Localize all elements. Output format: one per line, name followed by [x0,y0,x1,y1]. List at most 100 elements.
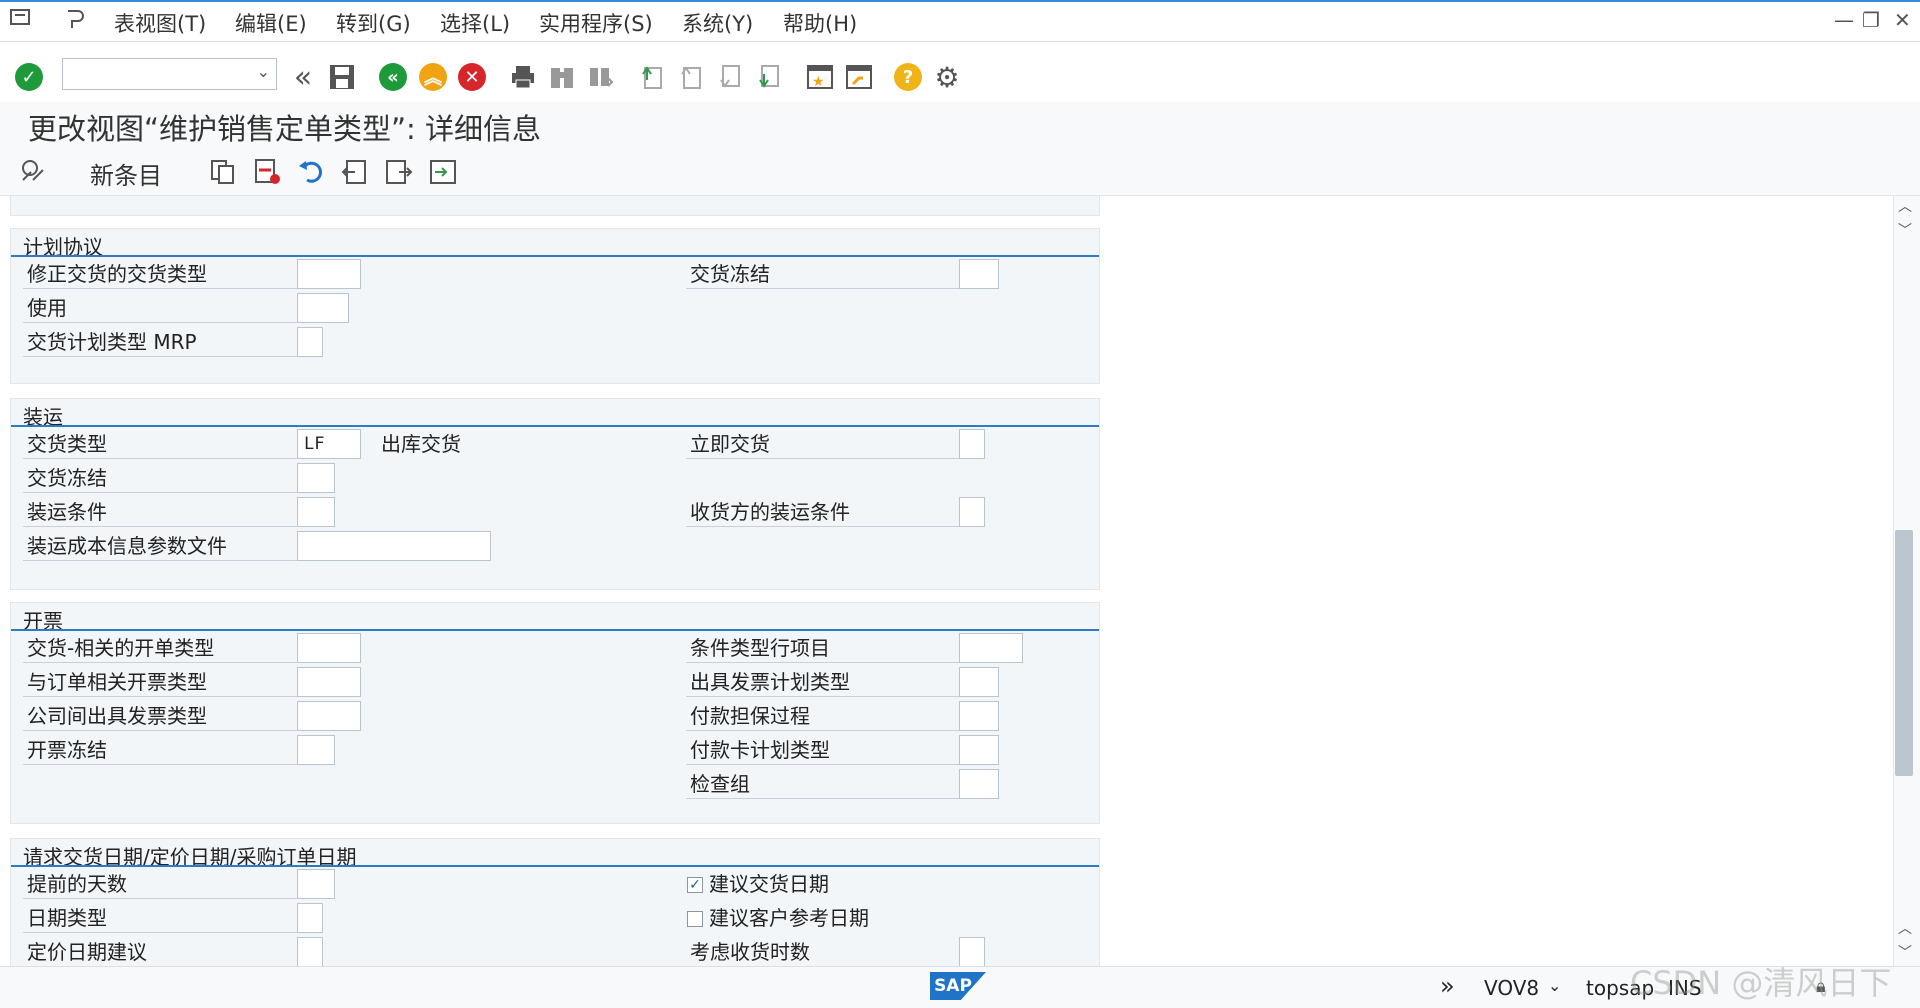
previous-page-icon[interactable] [676,62,706,92]
menu-utilities[interactable]: 实用程序(S) [539,8,653,38]
delivery-related-billing-type-input[interactable] [297,633,361,663]
shipping-section: 装运 交货类型 出库交货 交货冻结 装运条件 装运成本信息参数文件 立即交货 收… [10,398,1100,590]
schedule-delivery-block-label: 交货冻结 [686,259,972,289]
delivery-schedule-type-mrp-label: 交货计划类型 MRP [23,327,307,357]
menu-goto[interactable]: 转到(G) [336,8,411,38]
menu-edit[interactable]: 编辑(E) [235,8,307,38]
print-icon[interactable] [508,62,538,92]
display-change-icon[interactable] [18,157,48,187]
back-icon[interactable]: « [378,62,408,92]
restore-icon[interactable]: ❐ [1862,8,1880,32]
menu-help[interactable]: 帮助(H) [783,8,857,38]
condition-type-line-items-input[interactable] [959,633,1023,663]
payment-guarantee-procedure-input[interactable] [959,701,999,731]
previous-entry-icon[interactable] [340,157,370,187]
usage-input[interactable] [297,293,349,323]
ship-to-shipping-conditions-input[interactable] [959,497,985,527]
shipping-conditions-label: 装运条件 [23,497,307,527]
intercompany-billing-type-label: 公司间出具发票类型 [23,701,307,731]
copy-icon[interactable] [208,157,238,187]
payment-guarantee-procedure-label: 付款担保过程 [686,701,972,731]
shipping-cost-profile-input[interactable] [297,531,491,561]
billing-plan-type-input[interactable] [959,667,999,697]
correction-delivery-type-input[interactable] [297,259,361,289]
propose-cust-ref-date-label: 建议客户参考日期 [709,906,869,930]
back-double-icon[interactable]: « [288,60,318,95]
propose-delivery-date-checkbox[interactable]: ✓ [687,877,703,893]
lead-time-days-input[interactable] [297,869,335,899]
propose-cust-ref-date-checkbox[interactable] [687,911,703,927]
request-dates-section: 请求交货日期/定价日期/采购订单日期 提前的天数 日期类型 定价日期建议 ✓ 建… [10,838,1100,966]
usage-label: 使用 [23,293,307,323]
shipping-conditions-input[interactable] [297,497,335,527]
scroll-bottom-icon[interactable]: ﹀ [1898,942,1912,962]
cancel-icon[interactable]: ✕ [457,62,487,92]
application-toolbar [0,150,1920,196]
delivery-type-description: 出库交货 [381,432,461,456]
date-type-input[interactable] [297,903,323,933]
order-related-billing-type-input[interactable] [297,667,361,697]
command-field[interactable]: ⌄ [62,58,277,90]
payment-card-plan-type-label: 付款卡计划类型 [686,735,972,765]
scroll-thumb[interactable] [1895,530,1913,776]
expand-status-icon[interactable]: » [1440,972,1455,1000]
find-next-icon[interactable] [586,62,616,92]
pricing-date-proposal-label: 定价日期建议 [23,937,307,966]
chevron-down-icon[interactable]: ⌄ [1548,976,1561,995]
detail-content: 计划协议 修正交货的交货类型 使用 交货计划类型 MRP 交货冻结 装运 交货类… [0,196,1893,966]
menu-selection[interactable]: 选择(L) [440,8,510,38]
lead-time-days-label: 提前的天数 [23,869,307,899]
previous-section-tail [10,196,1100,216]
shipping-delivery-block-input[interactable] [297,463,335,493]
delivery-type-label: 交货类型 [23,429,307,459]
close-icon[interactable]: ✕ [1894,8,1911,32]
minimize-icon[interactable]: — [1834,8,1854,32]
help-icon[interactable]: ? [893,62,923,92]
scroll-top-icon[interactable]: ︿ [1898,196,1912,216]
section-divider [11,629,1099,631]
find-icon[interactable] [547,62,577,92]
delivery-type-input[interactable] [297,429,361,459]
scroll-up-icon[interactable]: ﹀ [1898,220,1912,240]
date-type-label: 日期类型 [23,903,307,933]
svg-text:★: ★ [812,74,825,90]
undo-icon[interactable] [296,157,326,187]
next-entry-icon[interactable] [384,157,414,187]
immediate-delivery-input[interactable] [959,429,985,459]
chevron-down-icon[interactable]: ⌄ [257,62,270,81]
menu-system[interactable]: 系统(Y) [682,8,753,38]
schedule-delivery-block-input[interactable] [959,259,999,289]
new-session-icon[interactable]: ★ [805,62,835,92]
save-icon[interactable] [327,62,357,92]
scroll-down-icon[interactable]: ︿ [1898,918,1912,938]
schedule-agreement-section: 计划协议 修正交货的交货类型 使用 交货计划类型 MRP 交货冻结 [10,228,1100,384]
first-page-icon[interactable] [637,62,667,92]
settings-icon[interactable]: ⚙ [932,61,962,94]
correction-delivery-type-label: 修正交货的交货类型 [23,259,307,289]
checking-group-label: 检查组 [686,769,972,799]
intercompany-billing-type-input[interactable] [297,701,361,731]
transaction-code[interactable]: VOV8 [1484,976,1539,1000]
condition-type-line-items-label: 条件类型行项目 [686,633,972,663]
shipping-cost-profile-label: 装运成本信息参数文件 [23,531,307,561]
enter-icon[interactable]: ✓ [14,62,44,92]
delete-icon[interactable] [252,157,282,187]
billing-block-input[interactable] [297,735,335,765]
consider-receiving-times-label: 考虑收货时数 [686,937,972,966]
consider-receiving-times-input[interactable] [959,937,985,966]
select-icon[interactable] [428,157,458,187]
delivery-schedule-type-mrp-input[interactable] [297,327,323,357]
propose-delivery-date-label: 建议交货日期 [709,872,829,896]
menu-table-view[interactable]: 表视图(T) [114,8,206,38]
checking-group-input[interactable] [959,769,999,799]
next-page-icon[interactable] [715,62,745,92]
menu-icon[interactable] [10,8,32,28]
new-entries-button[interactable]: 新条目 [90,156,162,191]
section-divider [11,865,1099,867]
customize-layout-icon[interactable] [64,8,86,30]
shortcut-icon[interactable] [844,62,874,92]
exit-icon[interactable]: ︽ [418,62,448,92]
last-page-icon[interactable] [754,62,784,92]
pricing-date-proposal-input[interactable] [297,937,323,966]
payment-card-plan-type-input[interactable] [959,735,999,765]
